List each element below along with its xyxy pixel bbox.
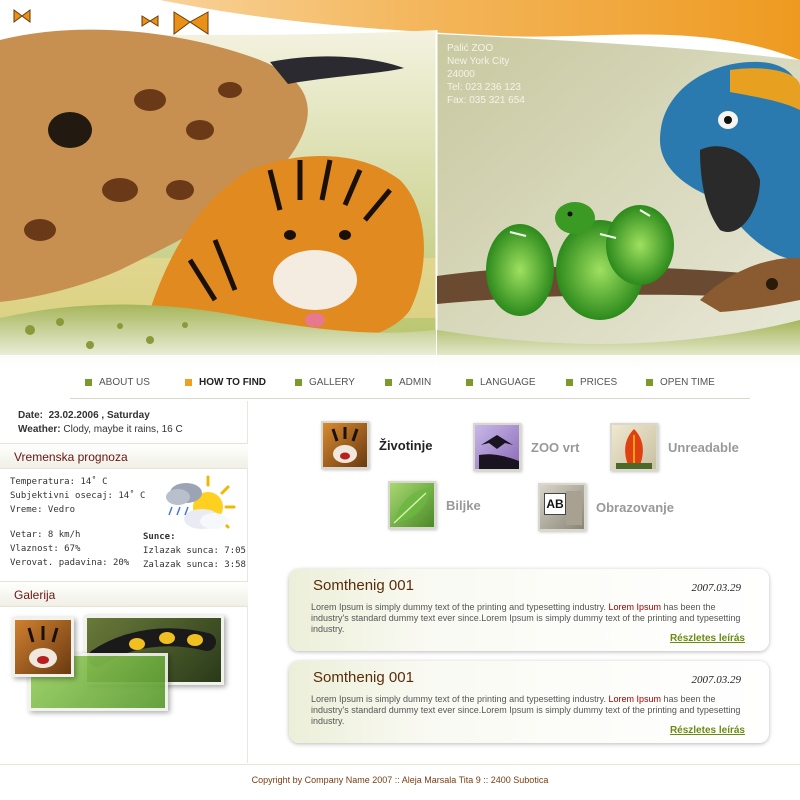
weather-label: Weather: bbox=[18, 424, 61, 435]
date-value: 23.02.2006 , Saturday bbox=[48, 410, 150, 421]
forecast-conditions: Vreme: Vedro bbox=[10, 505, 76, 515]
nav-gallery[interactable]: GALLERY bbox=[295, 377, 355, 388]
category-label: Unreadable bbox=[668, 439, 739, 455]
butterfly-icon bbox=[13, 9, 31, 23]
gallery-photo-tiger[interactable] bbox=[12, 617, 74, 677]
category-label: ZOO vrt bbox=[531, 439, 580, 455]
nav-prices[interactable]: PRICES bbox=[566, 377, 617, 388]
book-pages-icon bbox=[566, 491, 582, 525]
news-title: Somthenig 001 bbox=[313, 577, 414, 594]
forecast-subjective: Subjektivni osecaj: 14˚ C bbox=[10, 491, 146, 501]
nav-label: ABOUT US bbox=[99, 377, 150, 388]
category-unreadable[interactable]: Unreadable bbox=[610, 423, 739, 471]
category-obrazovanje[interactable]: AB Obrazovanje bbox=[538, 483, 674, 531]
category-biljke[interactable]: Biljke bbox=[388, 481, 481, 529]
news-date: 2007.03.29 bbox=[691, 674, 742, 686]
tiger-face-icon bbox=[331, 427, 359, 463]
tiger-thumb-image bbox=[27, 626, 59, 668]
nav-label: OPEN TIME bbox=[660, 377, 715, 388]
sun-cloud-rain-icon bbox=[166, 475, 236, 529]
nav-label: GALLERY bbox=[309, 377, 355, 388]
leaf-thumb-icon bbox=[388, 481, 436, 529]
forecast-humidity: Vlaznost: 67% bbox=[10, 544, 81, 554]
forecast-precipitation: Verovat. padavina: 20% bbox=[10, 558, 130, 568]
nav-label: HOW TO FIND bbox=[199, 377, 267, 388]
main-content: Životinje ZOO vrt Unreadable Biljke AB O… bbox=[249, 401, 800, 763]
date-weather-box: Date: 23.02.2006 , Saturday Weather: Clo… bbox=[18, 409, 183, 437]
news-text-highlight: Lorem Ipsum bbox=[608, 602, 661, 612]
forecast-heading: Vremenska prognoza bbox=[0, 443, 248, 469]
footer: Copyright by Company Name 2007 :: Aleja … bbox=[0, 764, 800, 800]
zoo-tel: Tel: 023 236 123 bbox=[447, 82, 521, 93]
butterfly-icon bbox=[141, 15, 159, 27]
book-icon-text: AB bbox=[544, 493, 566, 515]
nav-label: PRICES bbox=[580, 377, 618, 388]
nav-bullet-icon bbox=[566, 379, 573, 386]
leaf-icon bbox=[393, 487, 432, 524]
nav-bullet-icon bbox=[385, 379, 392, 386]
news-title: Somthenig 001 bbox=[313, 669, 414, 686]
nav-about-us[interactable]: ABOUT US bbox=[85, 377, 150, 388]
zoo-vrt-thumb bbox=[473, 423, 521, 471]
nav-label: LANGUAGE bbox=[480, 377, 536, 388]
forecast-details: Temperatura: 14˚ C Subjektivni osecaj: 1… bbox=[10, 475, 145, 517]
flower-icon bbox=[616, 429, 652, 469]
nav-bullet-icon bbox=[295, 379, 302, 386]
sidebar: Date: 23.02.2006 , Saturday Weather: Clo… bbox=[0, 401, 248, 763]
nav-label: ADMIN bbox=[399, 377, 432, 388]
forecast-wind: Vetar: 8 km/h bbox=[10, 530, 81, 540]
zoo-zip: 24000 bbox=[447, 69, 475, 80]
forecast-temperature: Temperatura: 14˚ C bbox=[10, 477, 108, 487]
news-date: 2007.03.29 bbox=[691, 582, 742, 594]
nav-admin[interactable]: ADMIN bbox=[385, 377, 431, 388]
zoo-city: New York City bbox=[447, 56, 510, 67]
book-thumb-icon: AB bbox=[538, 483, 586, 531]
contact-info: Palić ZOO New York City 24000 Tel: 023 2… bbox=[447, 42, 525, 107]
header-artwork bbox=[0, 0, 800, 372]
news-text: Lorem Ipsum is simply dummy text of the … bbox=[311, 694, 751, 727]
category-zoo-vrt[interactable]: ZOO vrt bbox=[473, 423, 579, 471]
category-zivotinje[interactable]: Životinje bbox=[321, 421, 432, 469]
footer-copyright: Copyright by Company Name 2007 :: Aleja … bbox=[251, 775, 549, 785]
news-text-part: Lorem Ipsum is simply dummy text of the … bbox=[311, 602, 609, 612]
category-label: Obrazovanje bbox=[596, 499, 675, 515]
news-text: Lorem Ipsum is simply dummy text of the … bbox=[311, 602, 751, 635]
main-nav: ABOUT US HOW TO FIND GALLERY ADMIN LANGU… bbox=[70, 371, 750, 399]
pagoda-icon bbox=[479, 435, 519, 469]
nav-how-to-find[interactable]: HOW TO FIND bbox=[185, 377, 266, 388]
category-label: Biljke bbox=[446, 497, 481, 513]
forecast-wind-block: Vetar: 8 km/h Vlaznost: 67% Verovat. pad… bbox=[10, 528, 129, 570]
nav-language[interactable]: LANGUAGE bbox=[466, 377, 536, 388]
news-more-link[interactable]: Részletes leírás bbox=[670, 725, 745, 736]
nav-bullet-icon bbox=[85, 379, 92, 386]
weather-value: Clody, maybe it rains, 16 C bbox=[63, 424, 183, 435]
news-item: Somthenig 001 2007.03.29 Lorem Ipsum is … bbox=[289, 569, 769, 651]
news-text-part: Lorem Ipsum is simply dummy text of the … bbox=[311, 694, 609, 704]
news-text-highlight: Lorem Ipsum bbox=[608, 694, 661, 704]
nav-bullet-icon bbox=[185, 379, 192, 386]
news-more-link[interactable]: Részletes leírás bbox=[670, 633, 745, 644]
butterfly-icon bbox=[173, 11, 209, 35]
flower-thumb bbox=[610, 423, 658, 471]
nav-open-time[interactable]: OPEN TIME bbox=[646, 377, 715, 388]
weather-line: Weather: Clody, maybe it rains, 16 C bbox=[18, 423, 183, 437]
tiger-thumb-icon bbox=[321, 421, 369, 469]
nav-bullet-icon bbox=[466, 379, 473, 386]
date-label: Date: bbox=[18, 410, 44, 421]
news-item: Somthenig 001 2007.03.29 Lorem Ipsum is … bbox=[289, 661, 769, 743]
header-banner: Palić ZOO New York City 24000 Tel: 023 2… bbox=[0, 0, 800, 372]
zoo-fax: Fax: 035 321 654 bbox=[447, 95, 525, 106]
category-label: Životinje bbox=[379, 437, 433, 453]
gallery-thumbnails bbox=[8, 609, 236, 719]
date-line: Date: 23.02.2006 , Saturday bbox=[18, 409, 183, 423]
nav-bullet-icon bbox=[646, 379, 653, 386]
sunset-time: Zalazak sunca: 3:58 bbox=[143, 560, 246, 570]
sunrise-time: Izlazak sunca: 7:05 bbox=[143, 546, 246, 556]
gallery-heading: Galerija bbox=[0, 581, 248, 607]
zoo-name: Palić ZOO bbox=[447, 43, 494, 54]
